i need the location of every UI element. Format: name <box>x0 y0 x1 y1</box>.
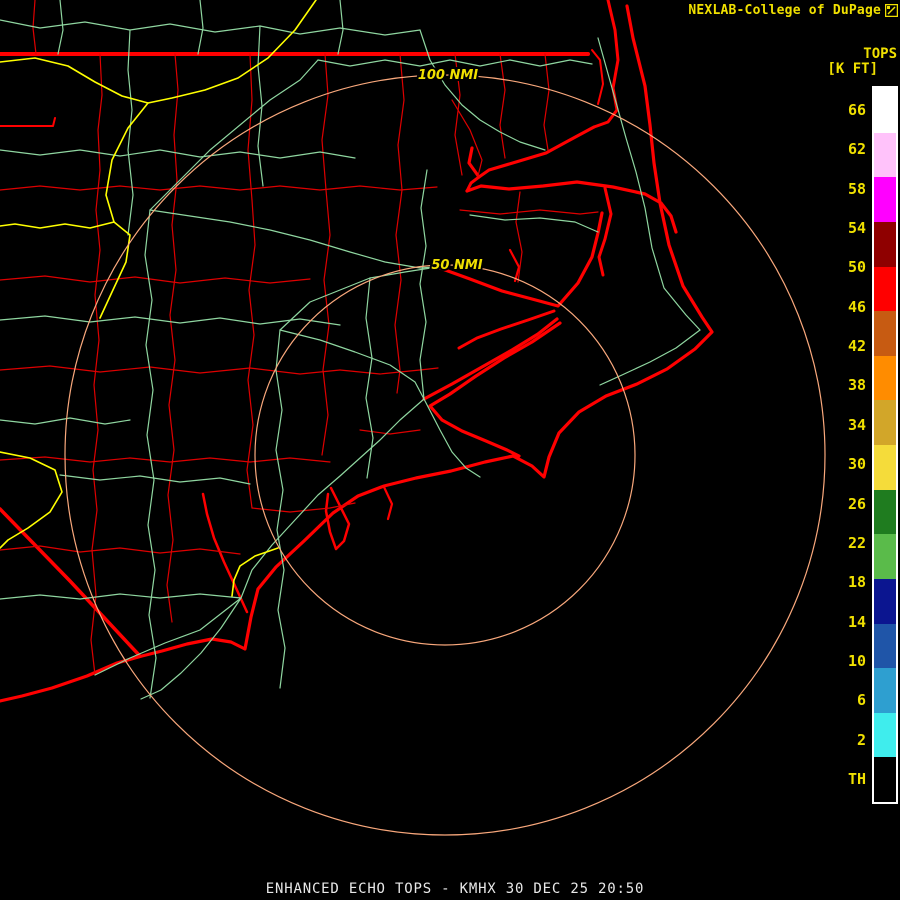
legend-color-segment <box>874 177 896 222</box>
product-caption: ENHANCED ECHO TOPS - KMHX 30 DEC 25 20:5… <box>266 881 644 897</box>
map-path-road <box>58 0 63 54</box>
legend-label-38: 38 <box>848 378 866 392</box>
map-path-county <box>248 54 252 200</box>
radar-screen: 50 NMI 100 NMI NEXLAB-College of DuPage T… <box>0 0 900 900</box>
map-path-coast <box>599 188 611 275</box>
map-path-coast <box>424 319 557 399</box>
legend-title: TOPS <box>863 46 897 62</box>
map-path-interstate <box>0 452 62 548</box>
legend-color-segment <box>874 267 896 312</box>
legend-labels: 66625854504642383430262218141062TH <box>836 86 866 804</box>
legend-color-segment <box>874 222 896 267</box>
legend-label-18: 18 <box>848 575 866 589</box>
map-path-road <box>128 30 133 235</box>
map-path-interstate <box>0 58 148 103</box>
range-ring-label-100-nmi: 100 NMI <box>418 68 478 83</box>
legend-label-66: 66 <box>848 103 866 117</box>
legend-label-TH: TH <box>848 772 866 786</box>
map-path-coast <box>592 50 603 104</box>
map-path-coast <box>459 311 554 348</box>
map-path-coast <box>594 0 618 127</box>
map-path-county <box>340 368 438 374</box>
legend-color-segment <box>874 579 896 624</box>
legend-color-segment <box>874 713 896 758</box>
map-path-road <box>338 0 343 54</box>
map-path-county <box>167 225 176 622</box>
legend-color-segment <box>874 445 896 490</box>
legend-color-bar <box>872 86 898 804</box>
map-path-road <box>141 598 241 699</box>
legend-color-segment <box>874 133 896 178</box>
legend-label-42: 42 <box>848 339 866 353</box>
range-ring-50-nmi <box>255 265 635 645</box>
map-path-coast <box>469 127 594 177</box>
map-path-county <box>280 186 437 190</box>
legend-label-58: 58 <box>848 182 866 196</box>
cod-logo-icon <box>885 4 898 17</box>
legend-label-34: 34 <box>848 418 866 432</box>
map-path-road <box>0 418 130 424</box>
map-path-coast <box>430 323 560 456</box>
range-ring-100-nmi <box>65 75 825 835</box>
map-path-interstate <box>100 0 316 318</box>
map-path-county <box>130 458 330 462</box>
map-path-county <box>0 276 310 283</box>
header: NEXLAB-College of DuPage <box>688 3 898 18</box>
map-path-road <box>280 330 424 399</box>
map-path-road <box>420 30 545 150</box>
map-path-road <box>0 594 241 599</box>
legend-label-54: 54 <box>848 221 866 235</box>
map-path-road <box>276 330 285 688</box>
legend-color-segment <box>874 356 896 401</box>
legend-label-10: 10 <box>848 654 866 668</box>
legend-units-label: [K FT] <box>827 61 878 77</box>
map-path-road <box>241 399 424 598</box>
legend-label-22: 22 <box>848 536 866 550</box>
map-path-county <box>544 54 549 150</box>
legend-label-26: 26 <box>848 497 866 511</box>
legend-color-segment <box>874 534 896 579</box>
map-path-road <box>318 60 592 66</box>
map-path-road <box>145 210 156 698</box>
legend-color-segment <box>874 311 896 356</box>
legend-label-46: 46 <box>848 300 866 314</box>
legend-color-segment <box>874 490 896 535</box>
map-path-county <box>172 54 178 225</box>
map-path-county <box>452 100 482 176</box>
map-path-county <box>96 54 102 210</box>
legend-color-segment <box>874 668 896 713</box>
legend-color-segment <box>874 400 896 445</box>
legend-color-segment <box>874 757 896 802</box>
map-path-road <box>420 170 427 399</box>
page-title: NEXLAB-College of DuPage <box>688 3 881 18</box>
legend-label-62: 62 <box>848 142 866 156</box>
legend-label-50: 50 <box>848 260 866 274</box>
map-path-road <box>470 215 598 232</box>
map-path-county <box>500 54 505 158</box>
map-path-county <box>0 366 340 374</box>
legend-color-segment <box>874 88 896 133</box>
map-path-road <box>366 278 373 478</box>
map-path-road <box>198 0 203 54</box>
map-path-county <box>460 210 598 214</box>
radar-map: 50 NMI 100 NMI <box>0 0 900 900</box>
legend-color-segment <box>874 624 896 669</box>
map-path-coast <box>384 487 392 519</box>
map-path-coast <box>203 494 247 612</box>
legend-label-30: 30 <box>848 457 866 471</box>
map-path-road <box>60 475 250 484</box>
map-path-county <box>395 145 402 393</box>
map-path-border <box>0 118 55 126</box>
map-path-county <box>322 54 328 190</box>
map-path-border <box>0 509 139 655</box>
range-ring-label-50-nmi: 50 NMI <box>431 258 482 273</box>
map-path-road <box>0 150 355 158</box>
map-path-county <box>398 54 404 145</box>
map-path-county <box>0 186 280 190</box>
legend-label-2: 2 <box>857 733 866 747</box>
map-path-road <box>150 210 437 268</box>
legend-label-14: 14 <box>848 615 866 629</box>
legend-label-6: 6 <box>857 693 866 707</box>
